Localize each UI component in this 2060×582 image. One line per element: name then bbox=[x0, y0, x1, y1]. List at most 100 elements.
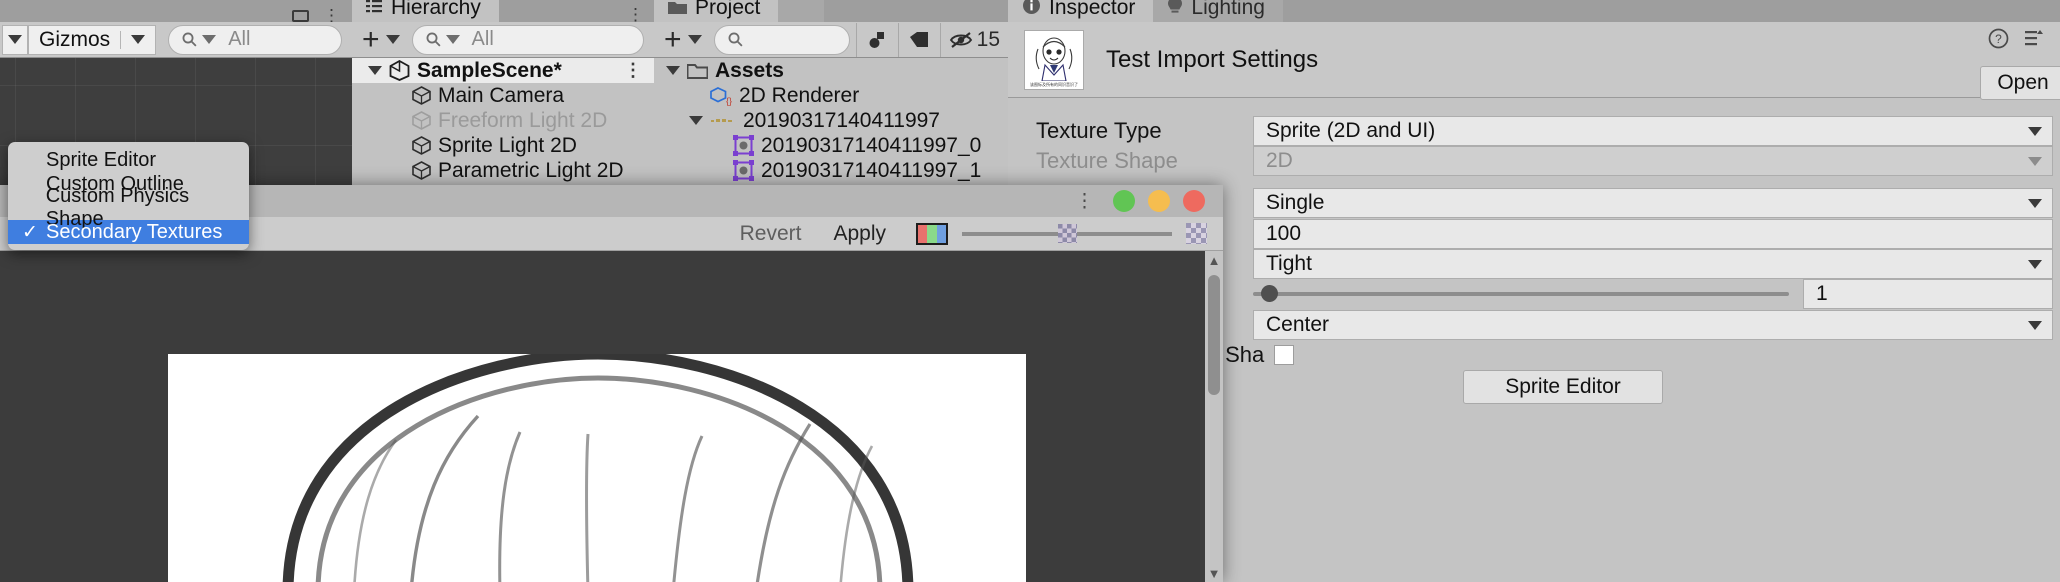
tab-project-secondary[interactable] bbox=[778, 0, 825, 22]
field-generate-physics-shape-checkbox[interactable] bbox=[1274, 345, 1295, 365]
field-texture-type-value: Sprite (2D and UI) bbox=[1266, 119, 1436, 142]
scene-toolbar[interactable]: Gizmos All bbox=[0, 22, 352, 58]
tab-hierarchy-label: Hierarchy bbox=[391, 0, 481, 19]
unity-scene-icon bbox=[389, 60, 410, 81]
project-visibility-button[interactable]: 15 bbox=[939, 22, 1008, 57]
scroll-down-arrow-icon[interactable]: ▼ bbox=[1205, 564, 1223, 582]
scene-draw-mode-dropdown[interactable] bbox=[2, 24, 28, 55]
scene-search-input[interactable]: All bbox=[168, 24, 342, 55]
hierarchy-tabbar: Hierarchy ⋮ bbox=[352, 0, 654, 23]
hierarchy-search-placeholder: All bbox=[471, 28, 494, 50]
sprite-editor-scrollbar[interactable]: ▲ ▼ bbox=[1205, 251, 1223, 582]
gameobject-cube-icon bbox=[412, 136, 431, 155]
revert-button[interactable]: Revert bbox=[724, 222, 818, 246]
field-sprite-mode-dropdown[interactable]: Single bbox=[1253, 188, 2053, 218]
checker-pattern-icon[interactable] bbox=[1186, 223, 1207, 244]
context-menu-item[interactable]: Custom Physics Shape bbox=[8, 185, 249, 230]
chevron-down-icon bbox=[2028, 320, 2042, 330]
field-pixels-per-unit-input[interactable]: 100 bbox=[1253, 219, 2053, 249]
hierarchy-row[interactable]: Main Camera bbox=[352, 83, 654, 108]
tab-project-label: Project bbox=[695, 0, 761, 19]
slider-handle[interactable] bbox=[1261, 285, 1278, 302]
project-visibility-count: 15 bbox=[976, 27, 1000, 51]
rgb-channel-button[interactable] bbox=[916, 222, 948, 245]
sprite-editor-kebab-menu-icon[interactable]: ⋮ bbox=[1075, 192, 1094, 211]
chevron-down-icon bbox=[131, 35, 146, 44]
scene-kebab-menu-icon[interactable]: ⋮ bbox=[323, 7, 340, 24]
chevron-down-icon[interactable] bbox=[687, 35, 702, 44]
tab-lighting-label: Lighting bbox=[1191, 0, 1265, 19]
window-close-button[interactable] bbox=[1183, 190, 1205, 212]
hierarchy-kebab-menu-icon[interactable]: ⋮ bbox=[627, 6, 654, 23]
field-pivot-dropdown[interactable]: Center bbox=[1253, 310, 2053, 340]
hierarchy-row[interactable]: SampleScene* ⋮ bbox=[352, 58, 654, 83]
tab-inspector[interactable]: Inspector bbox=[1008, 0, 1154, 22]
apply-button[interactable]: Apply bbox=[817, 222, 902, 246]
scene-tabbar: ⋮ bbox=[0, 0, 352, 24]
sprite-editor-button[interactable]: Sprite Editor bbox=[1463, 370, 1663, 404]
scroll-up-arrow-icon[interactable]: ▲ bbox=[1205, 251, 1223, 269]
chevron-down-icon[interactable] bbox=[368, 66, 382, 75]
hierarchy-search-input[interactable]: All bbox=[411, 24, 644, 55]
project-row-label: 20190317140411997_0 bbox=[761, 133, 982, 157]
window-minimize-button[interactable] bbox=[1148, 190, 1170, 212]
chevron-down-icon[interactable] bbox=[666, 66, 680, 75]
hierarchy-row[interactable]: Sprite Light 2D bbox=[352, 133, 654, 158]
hierarchy-row[interactable]: Parametric Light 2D bbox=[352, 158, 654, 183]
rgb-blue-swatch bbox=[936, 224, 946, 243]
project-toolbar[interactable]: + 15 bbox=[654, 22, 1008, 58]
alpha-slider-track-right bbox=[1076, 231, 1172, 236]
project-label-filter-button[interactable] bbox=[897, 22, 940, 57]
asset-cube-icon: {} bbox=[710, 86, 732, 106]
chevron-down-icon[interactable] bbox=[689, 116, 703, 125]
project-folder-icon bbox=[668, 0, 687, 20]
sprite-artwork bbox=[168, 354, 1026, 582]
field-texture-shape-value: 2D bbox=[1266, 149, 1293, 172]
project-row-label: 2D Renderer bbox=[739, 83, 860, 107]
texture-icon bbox=[710, 115, 736, 127]
chevron-down-icon[interactable] bbox=[385, 35, 400, 44]
preset-icon[interactable] bbox=[2023, 28, 2044, 54]
chevron-down-icon bbox=[2028, 198, 2042, 208]
scene-gizmos-dropdown[interactable]: Gizmos bbox=[28, 24, 157, 55]
context-menu-item[interactable]: Sprite Editor bbox=[8, 148, 249, 172]
field-pivot-value: Center bbox=[1266, 313, 1330, 336]
sprite-icon bbox=[733, 160, 754, 181]
project-row-label: Assets bbox=[715, 58, 784, 82]
project-row[interactable]: 20190317140411997_1 bbox=[654, 158, 1008, 183]
hierarchy-toolbar[interactable]: + All bbox=[352, 22, 654, 58]
window-maximize-button[interactable] bbox=[1113, 190, 1135, 212]
project-row[interactable]: Assets bbox=[654, 58, 1008, 83]
help-icon[interactable]: ? bbox=[1988, 28, 2009, 54]
field-extrude-edges-slider[interactable] bbox=[1253, 285, 1789, 302]
field-texture-shape-dropdown[interactable]: 2D bbox=[1253, 146, 2053, 176]
scene-maximize-icon[interactable] bbox=[292, 10, 309, 22]
project-row[interactable]: {} 2D Renderer bbox=[654, 83, 1008, 108]
inspector-open-button[interactable]: Open bbox=[1980, 66, 2060, 100]
tab-lighting[interactable]: Lighting bbox=[1153, 0, 1283, 22]
project-row[interactable]: 20190317140411997_0 bbox=[654, 133, 1008, 158]
project-row[interactable]: 20190317140411997 bbox=[654, 108, 1008, 133]
field-texture-type-dropdown[interactable]: Sprite (2D and UI) bbox=[1253, 116, 2053, 146]
inspector-thumbnail-caption: 该图标及所有的同识音识了 bbox=[1030, 81, 1078, 87]
field-sprite-mode-value: Single bbox=[1266, 191, 1325, 214]
tab-hierarchy[interactable]: Hierarchy bbox=[352, 0, 499, 22]
project-search-input[interactable] bbox=[713, 24, 850, 55]
hierarchy-add-icon[interactable]: + bbox=[362, 24, 380, 54]
scrollbar-thumb[interactable] bbox=[1208, 275, 1220, 395]
alpha-slider[interactable] bbox=[962, 224, 1172, 243]
tab-project[interactable]: Project bbox=[654, 0, 779, 22]
field-mesh-type-dropdown[interactable]: Tight bbox=[1253, 249, 2053, 279]
project-type-filter-button[interactable] bbox=[855, 22, 898, 57]
project-add-icon[interactable]: + bbox=[664, 24, 682, 54]
info-circle-icon bbox=[1022, 0, 1041, 21]
field-extrude-edges-input[interactable]: 1 bbox=[1803, 279, 2053, 309]
gameobject-cube-icon bbox=[412, 86, 431, 105]
rgb-red-swatch bbox=[918, 224, 928, 243]
sprite-editor-canvas[interactable] bbox=[0, 251, 1205, 582]
hierarchy-row-kebab-menu-icon[interactable]: ⋮ bbox=[624, 61, 642, 79]
context-menu-item[interactable]: ✓ Secondary Textures bbox=[8, 220, 249, 244]
sprite-editor-mode-context-menu[interactable]: Sprite Editor Custom Outline Custom Physic… bbox=[8, 142, 249, 250]
hierarchy-row[interactable]: Freeform Light 2D bbox=[352, 108, 654, 133]
hierarchy-row-label: SampleScene* bbox=[417, 58, 562, 82]
